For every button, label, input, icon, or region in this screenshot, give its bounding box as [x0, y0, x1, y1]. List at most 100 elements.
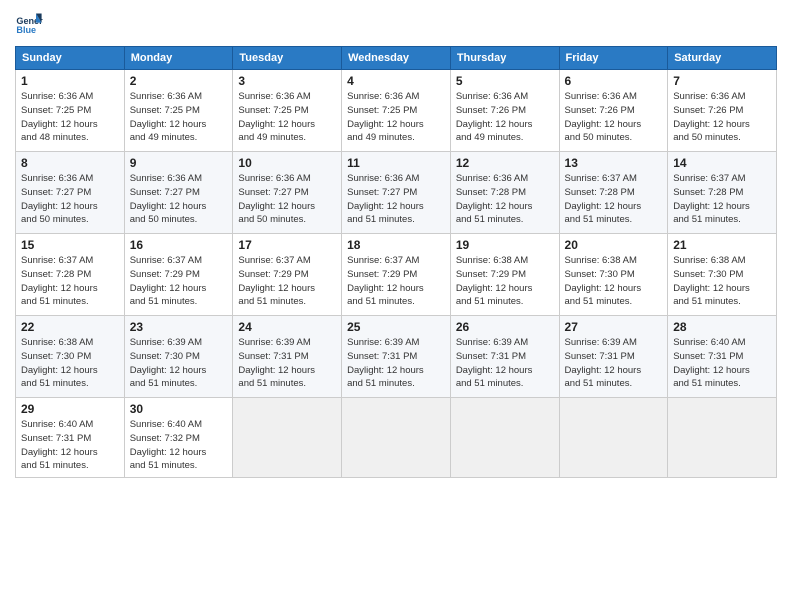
day-info: Sunrise: 6:36 AM Sunset: 7:26 PM Dayligh…: [456, 90, 554, 145]
calendar-table: SundayMondayTuesdayWednesdayThursdayFrid…: [15, 46, 777, 478]
day-number: 17: [238, 238, 336, 252]
day-info: Sunrise: 6:36 AM Sunset: 7:27 PM Dayligh…: [238, 172, 336, 227]
day-info: Sunrise: 6:36 AM Sunset: 7:25 PM Dayligh…: [21, 90, 119, 145]
day-header-sunday: Sunday: [16, 47, 125, 70]
calendar-cell: 13 Sunrise: 6:37 AM Sunset: 7:28 PM Dayl…: [559, 152, 668, 234]
day-number: 27: [565, 320, 663, 334]
day-info: Sunrise: 6:39 AM Sunset: 7:31 PM Dayligh…: [456, 336, 554, 391]
day-number: 25: [347, 320, 445, 334]
day-info: Sunrise: 6:37 AM Sunset: 7:28 PM Dayligh…: [673, 172, 771, 227]
day-info: Sunrise: 6:39 AM Sunset: 7:31 PM Dayligh…: [238, 336, 336, 391]
day-info: Sunrise: 6:38 AM Sunset: 7:29 PM Dayligh…: [456, 254, 554, 309]
day-number: 11: [347, 156, 445, 170]
day-number: 30: [130, 402, 228, 416]
day-info: Sunrise: 6:36 AM Sunset: 7:26 PM Dayligh…: [565, 90, 663, 145]
calendar-cell: 17 Sunrise: 6:37 AM Sunset: 7:29 PM Dayl…: [233, 234, 342, 316]
day-number: 21: [673, 238, 771, 252]
day-number: 29: [21, 402, 119, 416]
day-number: 6: [565, 74, 663, 88]
calendar-cell: 3 Sunrise: 6:36 AM Sunset: 7:25 PM Dayli…: [233, 70, 342, 152]
calendar-cell: 9 Sunrise: 6:36 AM Sunset: 7:27 PM Dayli…: [124, 152, 233, 234]
day-number: 12: [456, 156, 554, 170]
calendar-cell: 5 Sunrise: 6:36 AM Sunset: 7:26 PM Dayli…: [450, 70, 559, 152]
day-info: Sunrise: 6:40 AM Sunset: 7:31 PM Dayligh…: [21, 418, 119, 473]
calendar-cell: 23 Sunrise: 6:39 AM Sunset: 7:30 PM Dayl…: [124, 316, 233, 398]
day-header-thursday: Thursday: [450, 47, 559, 70]
day-info: Sunrise: 6:39 AM Sunset: 7:31 PM Dayligh…: [565, 336, 663, 391]
day-info: Sunrise: 6:39 AM Sunset: 7:31 PM Dayligh…: [347, 336, 445, 391]
day-info: Sunrise: 6:38 AM Sunset: 7:30 PM Dayligh…: [673, 254, 771, 309]
calendar-cell: 18 Sunrise: 6:37 AM Sunset: 7:29 PM Dayl…: [342, 234, 451, 316]
day-info: Sunrise: 6:38 AM Sunset: 7:30 PM Dayligh…: [565, 254, 663, 309]
calendar-cell: 12 Sunrise: 6:36 AM Sunset: 7:28 PM Dayl…: [450, 152, 559, 234]
day-number: 15: [21, 238, 119, 252]
day-info: Sunrise: 6:40 AM Sunset: 7:32 PM Dayligh…: [130, 418, 228, 473]
calendar-cell: 6 Sunrise: 6:36 AM Sunset: 7:26 PM Dayli…: [559, 70, 668, 152]
day-info: Sunrise: 6:36 AM Sunset: 7:25 PM Dayligh…: [238, 90, 336, 145]
calendar-cell: 1 Sunrise: 6:36 AM Sunset: 7:25 PM Dayli…: [16, 70, 125, 152]
calendar-cell: 4 Sunrise: 6:36 AM Sunset: 7:25 PM Dayli…: [342, 70, 451, 152]
calendar-cell: 26 Sunrise: 6:39 AM Sunset: 7:31 PM Dayl…: [450, 316, 559, 398]
day-header-tuesday: Tuesday: [233, 47, 342, 70]
calendar-cell: 10 Sunrise: 6:36 AM Sunset: 7:27 PM Dayl…: [233, 152, 342, 234]
day-number: 26: [456, 320, 554, 334]
day-info: Sunrise: 6:36 AM Sunset: 7:27 PM Dayligh…: [347, 172, 445, 227]
day-info: Sunrise: 6:37 AM Sunset: 7:29 PM Dayligh…: [347, 254, 445, 309]
calendar-cell: 2 Sunrise: 6:36 AM Sunset: 7:25 PM Dayli…: [124, 70, 233, 152]
calendar-cell: 21 Sunrise: 6:38 AM Sunset: 7:30 PM Dayl…: [668, 234, 777, 316]
calendar-cell: 11 Sunrise: 6:36 AM Sunset: 7:27 PM Dayl…: [342, 152, 451, 234]
day-info: Sunrise: 6:37 AM Sunset: 7:28 PM Dayligh…: [21, 254, 119, 309]
calendar-cell: 14 Sunrise: 6:37 AM Sunset: 7:28 PM Dayl…: [668, 152, 777, 234]
day-number: 16: [130, 238, 228, 252]
day-header-friday: Friday: [559, 47, 668, 70]
day-info: Sunrise: 6:36 AM Sunset: 7:25 PM Dayligh…: [347, 90, 445, 145]
day-info: Sunrise: 6:36 AM Sunset: 7:27 PM Dayligh…: [130, 172, 228, 227]
logo-icon: General Blue: [15, 10, 43, 38]
day-info: Sunrise: 6:36 AM Sunset: 7:26 PM Dayligh…: [673, 90, 771, 145]
calendar-cell: 22 Sunrise: 6:38 AM Sunset: 7:30 PM Dayl…: [16, 316, 125, 398]
day-header-saturday: Saturday: [668, 47, 777, 70]
day-number: 9: [130, 156, 228, 170]
calendar-cell: 15 Sunrise: 6:37 AM Sunset: 7:28 PM Dayl…: [16, 234, 125, 316]
day-info: Sunrise: 6:36 AM Sunset: 7:28 PM Dayligh…: [456, 172, 554, 227]
day-number: 3: [238, 74, 336, 88]
calendar-cell: 24 Sunrise: 6:39 AM Sunset: 7:31 PM Dayl…: [233, 316, 342, 398]
calendar-cell: 8 Sunrise: 6:36 AM Sunset: 7:27 PM Dayli…: [16, 152, 125, 234]
calendar-cell: [233, 398, 342, 478]
calendar-cell: 25 Sunrise: 6:39 AM Sunset: 7:31 PM Dayl…: [342, 316, 451, 398]
day-info: Sunrise: 6:38 AM Sunset: 7:30 PM Dayligh…: [21, 336, 119, 391]
calendar-cell: 20 Sunrise: 6:38 AM Sunset: 7:30 PM Dayl…: [559, 234, 668, 316]
day-number: 7: [673, 74, 771, 88]
day-info: Sunrise: 6:36 AM Sunset: 7:25 PM Dayligh…: [130, 90, 228, 145]
calendar-cell: 29 Sunrise: 6:40 AM Sunset: 7:31 PM Dayl…: [16, 398, 125, 478]
logo: General Blue: [15, 10, 43, 38]
day-number: 23: [130, 320, 228, 334]
day-number: 20: [565, 238, 663, 252]
svg-text:Blue: Blue: [16, 25, 36, 35]
calendar-cell: 19 Sunrise: 6:38 AM Sunset: 7:29 PM Dayl…: [450, 234, 559, 316]
day-number: 1: [21, 74, 119, 88]
calendar-cell: 7 Sunrise: 6:36 AM Sunset: 7:26 PM Dayli…: [668, 70, 777, 152]
day-number: 28: [673, 320, 771, 334]
day-info: Sunrise: 6:37 AM Sunset: 7:29 PM Dayligh…: [238, 254, 336, 309]
day-header-wednesday: Wednesday: [342, 47, 451, 70]
day-number: 10: [238, 156, 336, 170]
calendar-cell: 30 Sunrise: 6:40 AM Sunset: 7:32 PM Dayl…: [124, 398, 233, 478]
day-info: Sunrise: 6:39 AM Sunset: 7:30 PM Dayligh…: [130, 336, 228, 391]
day-header-monday: Monday: [124, 47, 233, 70]
day-number: 5: [456, 74, 554, 88]
calendar-cell: 28 Sunrise: 6:40 AM Sunset: 7:31 PM Dayl…: [668, 316, 777, 398]
day-number: 19: [456, 238, 554, 252]
day-number: 13: [565, 156, 663, 170]
calendar-cell: [450, 398, 559, 478]
day-info: Sunrise: 6:40 AM Sunset: 7:31 PM Dayligh…: [673, 336, 771, 391]
day-number: 2: [130, 74, 228, 88]
calendar-cell: 27 Sunrise: 6:39 AM Sunset: 7:31 PM Dayl…: [559, 316, 668, 398]
day-number: 8: [21, 156, 119, 170]
page-header: General Blue: [15, 10, 777, 38]
day-number: 18: [347, 238, 445, 252]
day-info: Sunrise: 6:36 AM Sunset: 7:27 PM Dayligh…: [21, 172, 119, 227]
day-number: 24: [238, 320, 336, 334]
calendar-cell: [342, 398, 451, 478]
day-number: 14: [673, 156, 771, 170]
